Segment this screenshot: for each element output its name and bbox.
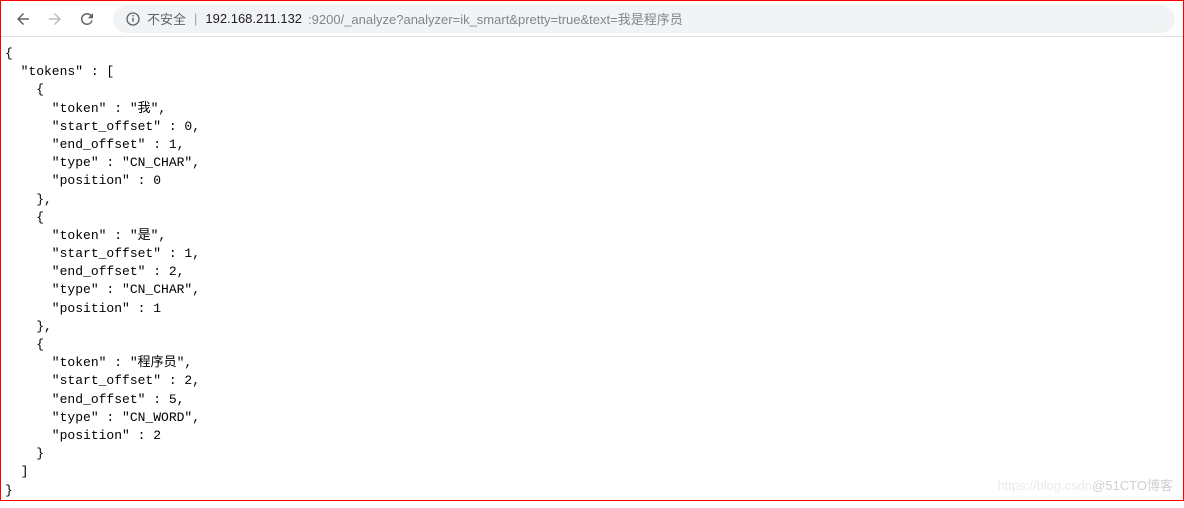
- arrow-left-icon: [14, 10, 32, 28]
- address-bar[interactable]: 不安全 | 192.168.211.132 :9200/_analyze?anal…: [113, 5, 1175, 33]
- reload-icon: [78, 10, 96, 28]
- url-host: 192.168.211.132: [205, 11, 302, 26]
- url-path: :9200/_analyze?analyzer=ik_smart&pretty=…: [308, 9, 683, 28]
- watermark-text: @51CTO博客: [1092, 478, 1173, 493]
- watermark-faint: https://blog.csdn: [997, 478, 1092, 493]
- reload-button[interactable]: [73, 5, 101, 33]
- security-label: 不安全: [147, 9, 186, 28]
- info-icon: [125, 11, 141, 27]
- browser-toolbar: 不安全 | 192.168.211.132 :9200/_analyze?anal…: [1, 1, 1183, 37]
- url-separator: |: [194, 11, 197, 26]
- back-button[interactable]: [9, 5, 37, 33]
- forward-button[interactable]: [41, 5, 69, 33]
- json-response-body: { ″tokens″ : [ { ″token″ : ″我″, ″start_o…: [1, 37, 1183, 508]
- watermark: https://blog.csdn@51CTO博客: [997, 475, 1173, 494]
- arrow-right-icon: [46, 10, 64, 28]
